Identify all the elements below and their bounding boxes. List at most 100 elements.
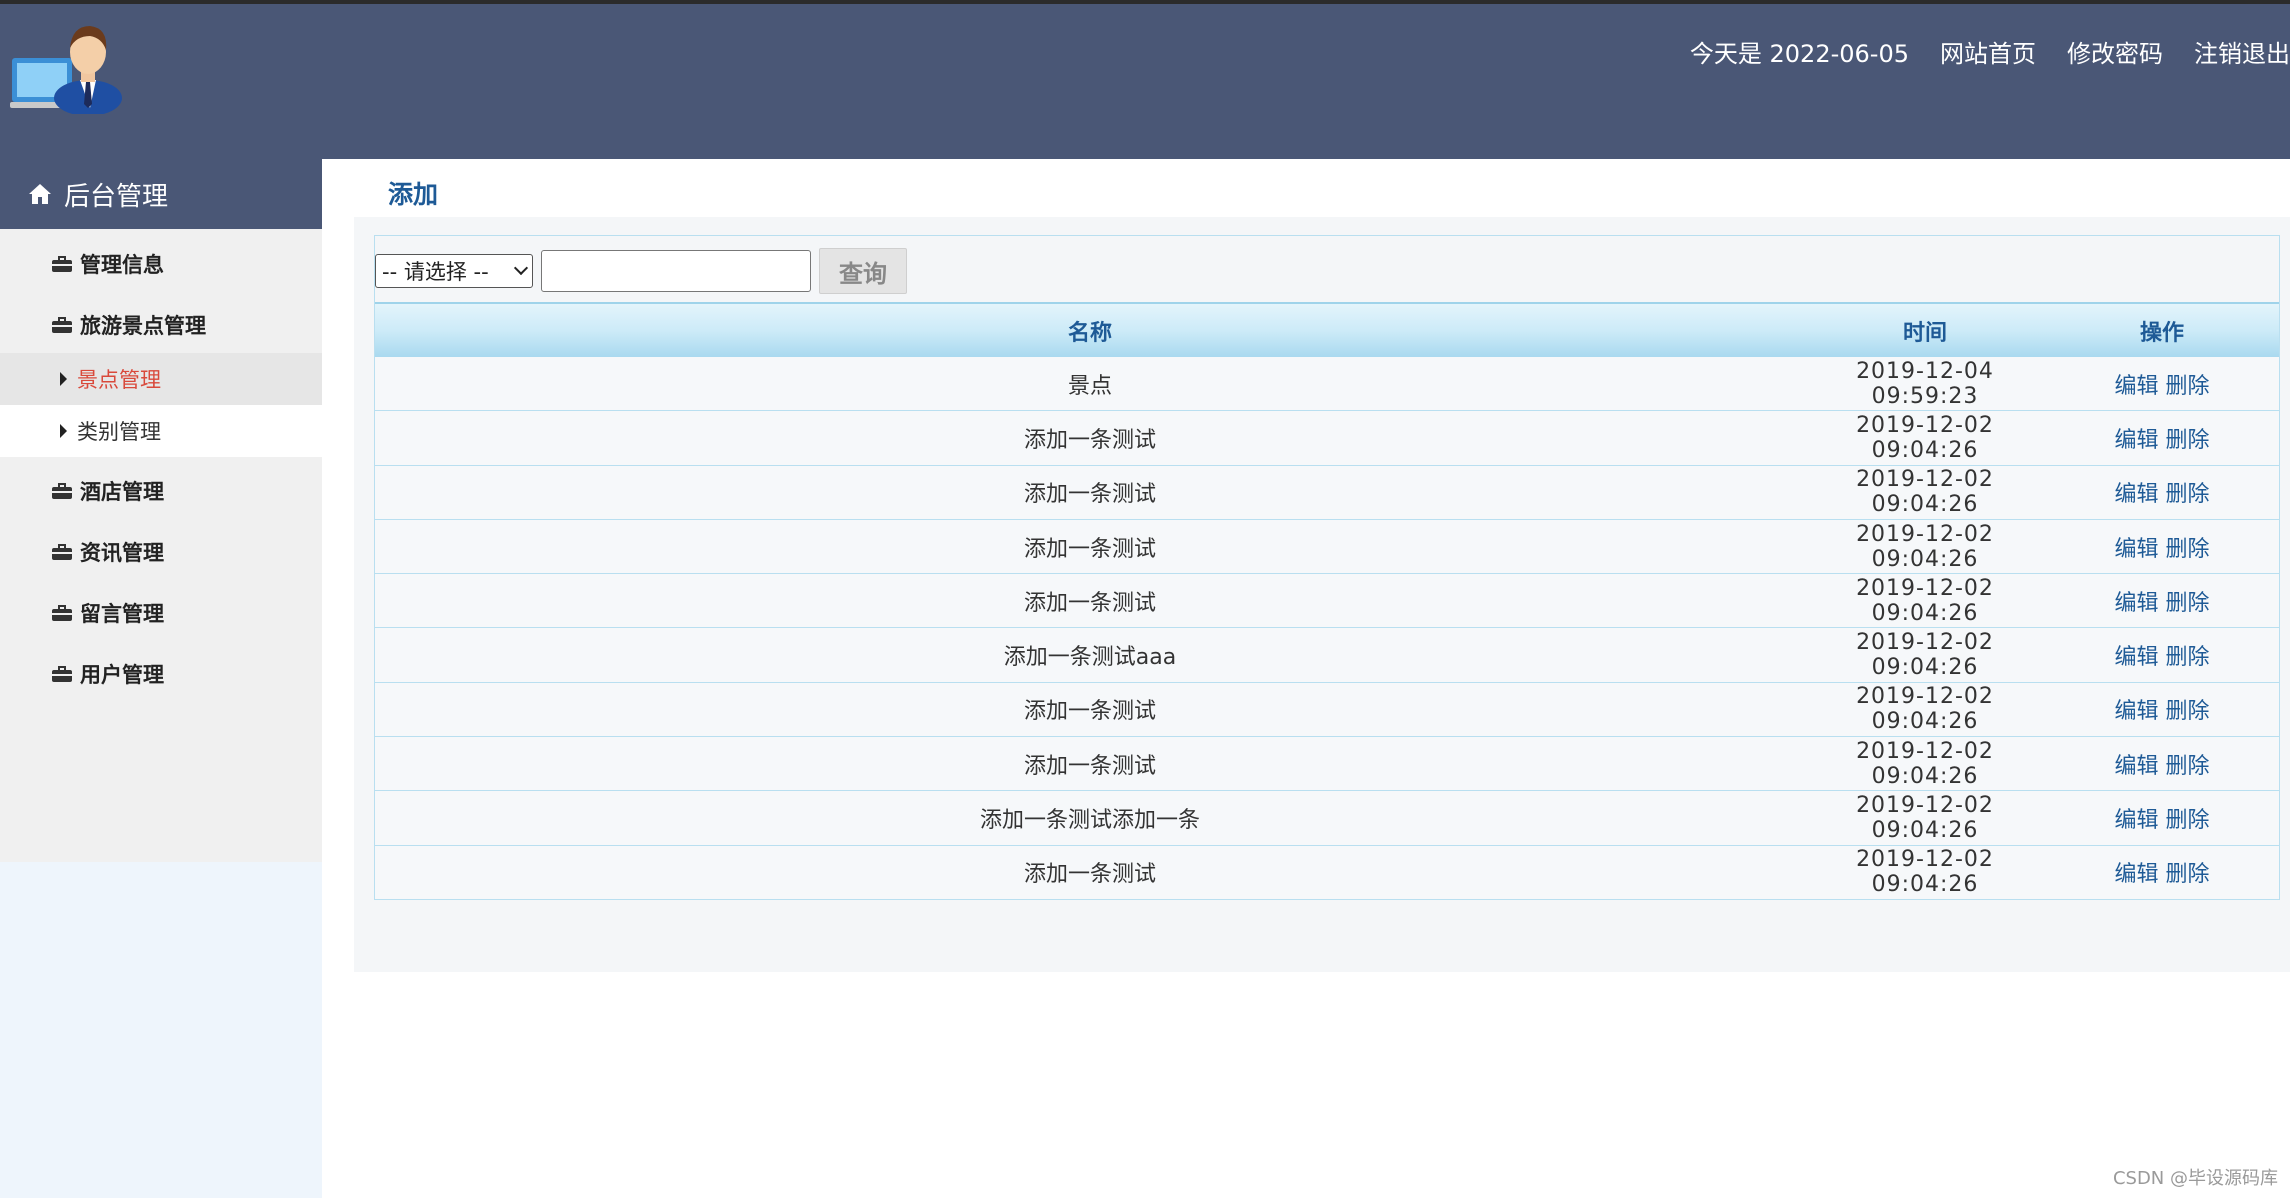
row-actions: 编辑 删除 xyxy=(2045,422,2279,454)
sidebar-item-label: 酒店管理 xyxy=(80,480,164,504)
delete-link[interactable]: 删除 xyxy=(2166,428,2210,453)
row-time: 2019-12-02 09:04:26 xyxy=(1856,412,1994,463)
table-row: 添加一条测试 2019-12-02 09:04:26 编辑 删除 xyxy=(375,845,2279,900)
sidebar-item-label: 用户管理 xyxy=(80,663,164,687)
delete-link[interactable]: 删除 xyxy=(2166,808,2210,833)
row-time: 2019-12-02 09:04:26 xyxy=(1856,521,1994,572)
row-name: 添加一条测试 xyxy=(1023,862,1156,888)
row-actions: 编辑 删除 xyxy=(2045,585,2279,617)
delete-link[interactable]: 删除 xyxy=(2166,699,2210,724)
row-actions: 编辑 删除 xyxy=(2045,531,2279,563)
row-time: 2019-12-02 09:04:26 xyxy=(1856,738,1994,789)
briefcase-icon xyxy=(52,544,72,560)
top-nav: 今天是 2022-06-05 网站首页 修改密码 注销退出 xyxy=(1690,34,2290,69)
nav-change-password-link[interactable]: 修改密码 xyxy=(2067,34,2163,69)
row-name: 添加一条测试 xyxy=(1023,482,1156,508)
sidebar-title: 后台管理 xyxy=(64,181,169,212)
sidebar-item-label: 留言管理 xyxy=(80,602,164,626)
category-select-value: -- 请选择 -- xyxy=(382,260,489,284)
row-time: 2019-12-02 09:04:26 xyxy=(1856,630,1994,681)
delete-link[interactable]: 删除 xyxy=(2166,537,2210,562)
delete-link[interactable]: 删除 xyxy=(2166,754,2210,779)
nav-home-link[interactable]: 网站首页 xyxy=(1940,34,2036,69)
sidebar-item-manage-info[interactable]: 管理信息 xyxy=(52,249,164,279)
list-box: -- 请选择 -- 查询 名称 时间 操作 景点 2019-12-04 09:5… xyxy=(374,235,2280,900)
sidebar-item-label: 管理信息 xyxy=(80,253,164,277)
category-select[interactable]: -- 请选择 -- xyxy=(375,254,533,288)
header-bar: 今天是 2022-06-05 网站首页 修改密码 注销退出 xyxy=(0,4,2290,159)
search-input[interactable] xyxy=(541,250,811,292)
sidebar-item-hotel-management[interactable]: 酒店管理 xyxy=(52,476,164,506)
query-button[interactable]: 查询 xyxy=(819,248,907,294)
row-name: 景点 xyxy=(1067,373,1112,399)
delete-link[interactable]: 删除 xyxy=(2166,374,2210,399)
edit-link[interactable]: 编辑 xyxy=(2114,482,2158,507)
table-header: 名称 时间 操作 xyxy=(375,302,2279,357)
table-row: 添加一条测试添加一条 2019-12-02 09:04:26 编辑 删除 xyxy=(375,791,2279,846)
edit-link[interactable]: 编辑 xyxy=(2114,808,2158,833)
edit-link[interactable]: 编辑 xyxy=(2114,428,2158,453)
watermark-text: CSDN @毕设源码库 xyxy=(2112,1168,2278,1189)
delete-link[interactable]: 删除 xyxy=(2166,591,2210,616)
row-time: 2019-12-02 09:04:26 xyxy=(1856,793,1994,844)
edit-link[interactable]: 编辑 xyxy=(2114,591,2158,616)
edit-link[interactable]: 编辑 xyxy=(2114,537,2158,562)
home-icon xyxy=(29,184,51,204)
delete-link[interactable]: 删除 xyxy=(2166,862,2210,887)
table-row: 添加一条测试 2019-12-02 09:04:26 编辑 删除 xyxy=(375,465,2279,520)
edit-link[interactable]: 编辑 xyxy=(2114,645,2158,670)
sidebar-item-news-management[interactable]: 资讯管理 xyxy=(52,537,164,567)
row-time: 2019-12-02 09:04:26 xyxy=(1856,847,1994,898)
nav-logout-link[interactable]: 注销退出 xyxy=(2194,34,2290,69)
sidebar-subitem-scenic-spots[interactable]: 景点管理 xyxy=(0,353,322,405)
row-actions: 编辑 删除 xyxy=(2045,802,2279,834)
row-time: 2019-12-02 09:04:26 xyxy=(1856,684,1994,735)
edit-link[interactable]: 编辑 xyxy=(2114,862,2158,887)
row-actions: 编辑 删除 xyxy=(2045,856,2279,888)
row-time: 2019-12-02 09:04:26 xyxy=(1856,467,1994,518)
page-title: 添加 xyxy=(388,180,439,209)
table-row: 添加一条测试aaa 2019-12-02 09:04:26 编辑 删除 xyxy=(375,628,2279,683)
sidebar-header: 后台管理 xyxy=(0,159,322,229)
sidebar: 后台管理 管理信息 旅游景点管理 景点管理 类别管理 酒店管理 资讯管理 留言管… xyxy=(0,159,322,1198)
chevron-down-icon xyxy=(513,260,529,276)
row-actions: 编辑 删除 xyxy=(2045,368,2279,400)
row-time: 2019-12-02 09:04:26 xyxy=(1856,575,1994,626)
sidebar-item-scenic-management[interactable]: 旅游景点管理 xyxy=(52,310,206,340)
sidebar-item-label: 资讯管理 xyxy=(80,541,164,565)
row-time: 2019-12-04 09:59:23 xyxy=(1856,358,1994,409)
edit-link[interactable]: 编辑 xyxy=(2114,754,2158,779)
table-row: 景点 2019-12-04 09:59:23 编辑 删除 xyxy=(375,357,2279,412)
row-actions: 编辑 删除 xyxy=(2045,639,2279,671)
row-actions: 编辑 删除 xyxy=(2045,693,2279,725)
table-body: 景点 2019-12-04 09:59:23 编辑 删除 添加一条测试 2019… xyxy=(375,357,2279,900)
row-name: 添加一条测试 xyxy=(1023,753,1156,779)
edit-link[interactable]: 编辑 xyxy=(2114,699,2158,724)
row-name: 添加一条测试 xyxy=(1023,427,1156,453)
edit-link[interactable]: 编辑 xyxy=(2114,374,2158,399)
table-row: 添加一条测试 2019-12-02 09:04:26 编辑 删除 xyxy=(375,411,2279,466)
row-name: 添加一条测试 xyxy=(1023,536,1156,562)
delete-link[interactable]: 删除 xyxy=(2166,645,2210,670)
sidebar-menu: 管理信息 旅游景点管理 景点管理 类别管理 酒店管理 资讯管理 留言管理 用户管… xyxy=(0,229,322,862)
table-row: 添加一条测试 2019-12-02 09:04:26 编辑 删除 xyxy=(375,519,2279,575)
row-actions: 编辑 删除 xyxy=(2045,748,2279,780)
sidebar-item-user-management[interactable]: 用户管理 xyxy=(52,659,164,689)
search-bar: -- 请选择 -- 查询 xyxy=(375,246,907,296)
table-row: 添加一条测试 2019-12-02 09:04:26 编辑 删除 xyxy=(375,574,2279,629)
sidebar-item-label: 旅游景点管理 xyxy=(80,314,206,338)
briefcase-icon xyxy=(52,605,72,621)
column-header-time: 时间 xyxy=(1902,320,1947,346)
briefcase-icon xyxy=(52,317,72,333)
briefcase-icon xyxy=(52,666,72,682)
table-row: 添加一条测试 2019-12-02 09:04:26 编辑 删除 xyxy=(375,737,2279,792)
sidebar-item-message-management[interactable]: 留言管理 xyxy=(52,598,164,628)
current-date: 今天是 2022-06-05 xyxy=(1689,40,1909,68)
column-header-actions: 操作 xyxy=(2139,320,2184,346)
sidebar-subitem-categories[interactable]: 类别管理 xyxy=(0,405,322,457)
row-name: 添加一条测试 xyxy=(1023,590,1156,616)
content-panel: -- 请选择 -- 查询 名称 时间 操作 景点 2019-12-04 09:5… xyxy=(354,217,2290,972)
caret-right-icon xyxy=(60,372,67,386)
delete-link[interactable]: 删除 xyxy=(2166,482,2210,507)
table-row: 添加一条测试 2019-12-02 09:04:26 编辑 删除 xyxy=(375,682,2279,738)
